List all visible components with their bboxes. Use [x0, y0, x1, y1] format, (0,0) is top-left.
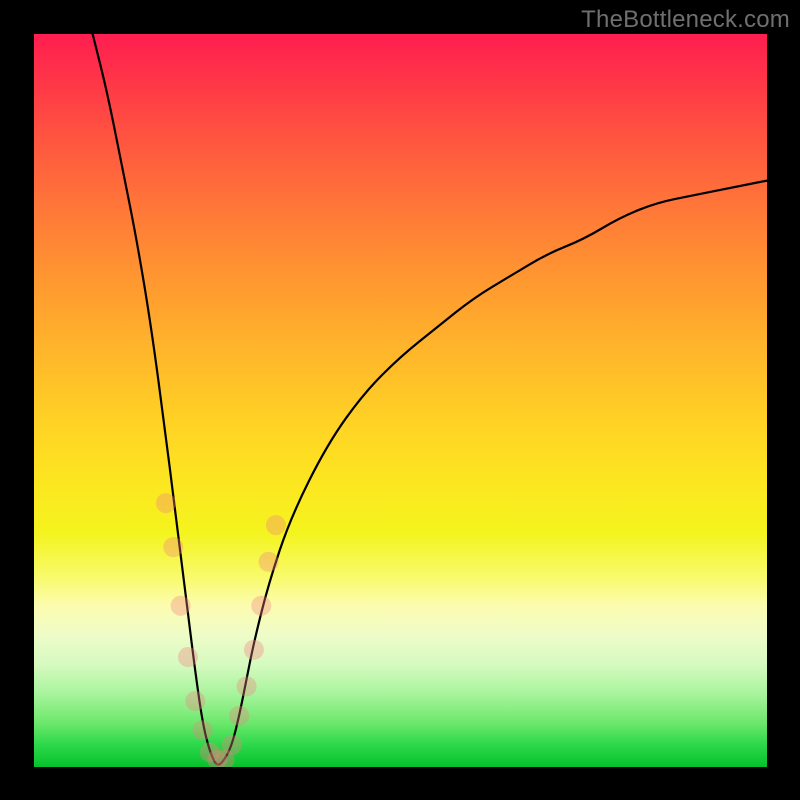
marker-dot [237, 676, 257, 696]
marker-dot [266, 515, 286, 535]
plot-area [34, 34, 767, 767]
marker-dot [178, 647, 198, 667]
curve-svg [34, 34, 767, 767]
marker-dot [244, 640, 264, 660]
marker-dot [171, 596, 191, 616]
marker-dot [222, 735, 242, 755]
marker-dot [156, 493, 176, 513]
chart-frame: TheBottleneck.com [0, 0, 800, 800]
marker-dot [259, 552, 279, 572]
marker-dot [251, 596, 271, 616]
watermark-text: TheBottleneck.com [581, 6, 790, 34]
marker-dot [163, 537, 183, 557]
valley-markers [156, 493, 286, 767]
marker-dot [193, 720, 213, 740]
marker-dot [229, 706, 249, 726]
marker-dot [185, 691, 205, 711]
